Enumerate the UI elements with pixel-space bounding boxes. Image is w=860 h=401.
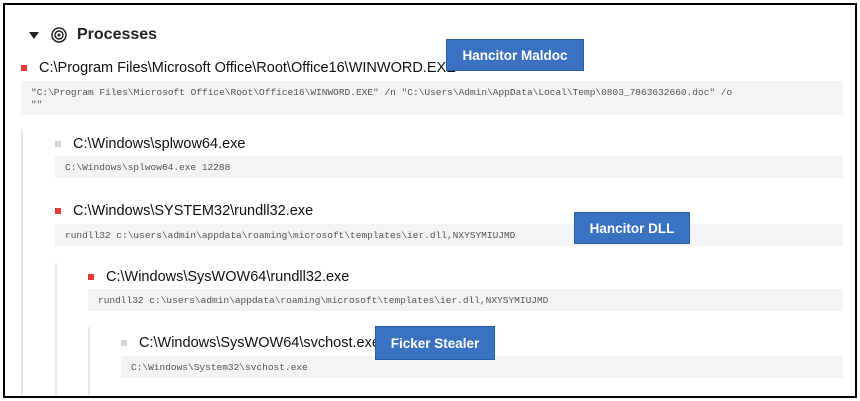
process-path: C:\Program Files\Microsoft Office\Root\O…	[39, 60, 456, 76]
section-title: Processes	[77, 26, 158, 43]
process-row-winword[interactable]: C:\Program Files\Microsoft Office\Root\O…	[21, 59, 456, 77]
process-row-splwow64[interactable]: C:\Windows\splwow64.exe	[55, 135, 245, 153]
malicious-bullet-icon	[21, 65, 27, 71]
process-row-svchost[interactable]: C:\Windows\SysWOW64\svchost.exe	[121, 334, 380, 352]
tree-line	[55, 263, 57, 396]
malicious-bullet-icon	[88, 274, 94, 280]
process-cmdline: "C:\Program Files\Microsoft Office\Root\…	[21, 81, 843, 115]
annotation-ficker-stealer: Ficker Stealer	[375, 326, 495, 360]
processes-header[interactable]: Processes	[29, 25, 157, 45]
process-path: C:\Windows\SYSTEM32\rundll32.exe	[73, 203, 314, 219]
process-path: C:\Windows\splwow64.exe	[73, 136, 246, 152]
tree-line	[21, 129, 23, 396]
caret-down-icon[interactable]	[29, 31, 39, 39]
annotation-hancitor-maldoc: Hancitor Maldoc	[446, 39, 584, 71]
process-tree-panel: Processes C:\Program Files\Microsoft Off…	[3, 3, 857, 398]
process-row-rundll32-syswow64[interactable]: C:\Windows\SysWOW64\rundll32.exe	[88, 268, 349, 286]
malicious-bullet-icon	[55, 208, 61, 214]
process-cmdline: rundll32 c:\users\admin\appdata\roaming\…	[88, 289, 843, 311]
process-path: C:\Windows\SysWOW64\rundll32.exe	[106, 269, 350, 285]
target-icon	[51, 27, 67, 43]
benign-bullet-icon	[55, 141, 61, 147]
tree-line	[88, 327, 90, 396]
process-row-rundll32-system32[interactable]: C:\Windows\SYSTEM32\rundll32.exe	[55, 202, 313, 220]
process-path: C:\Windows\SysWOW64\svchost.exe	[139, 335, 380, 351]
process-cmdline: C:\Windows\splwow64.exe 12288	[55, 156, 843, 178]
benign-bullet-icon	[121, 340, 127, 346]
process-cmdline: rundll32 c:\users\admin\appdata\roaming\…	[55, 224, 843, 246]
annotation-hancitor-dll: Hancitor DLL	[574, 212, 690, 244]
